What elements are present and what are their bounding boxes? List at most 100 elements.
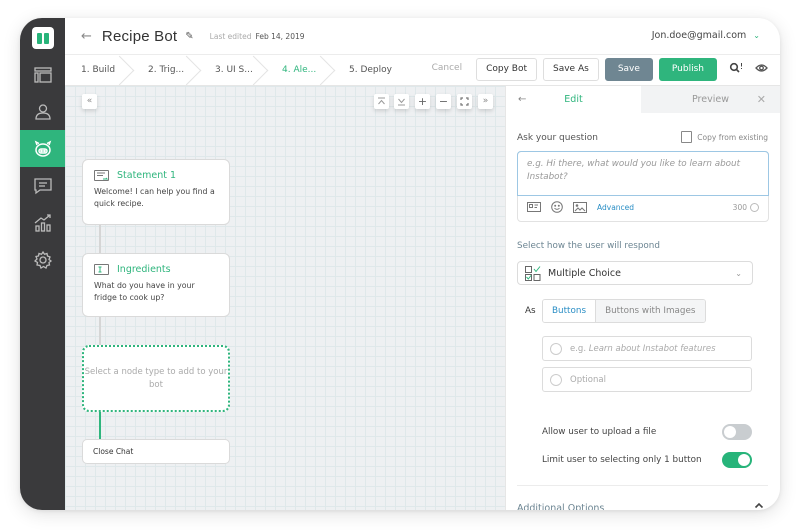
tab-edit-label: Edit bbox=[564, 94, 583, 105]
button-style-toggle: Buttons Buttons with Images bbox=[542, 299, 706, 323]
choice-placeholder: Learn about Instabot features bbox=[588, 343, 716, 354]
choice-placeholder: Optional bbox=[570, 374, 606, 385]
toolbar-actions: Cancel Copy Bot Save As Save Publish bbox=[423, 58, 768, 81]
question-editor: e.g. Hi there, what would you like to le… bbox=[517, 151, 769, 222]
chevron-down-icon: ⌄ bbox=[735, 268, 742, 278]
node-title: Statement 1 bbox=[117, 170, 177, 181]
app-logo[interactable] bbox=[32, 27, 54, 49]
limit-selection-toggle[interactable] bbox=[722, 452, 752, 468]
edit-panel: ← Edit Preview ✕ Ask your question Copy … bbox=[505, 86, 780, 510]
back-arrow-icon[interactable]: ← bbox=[81, 29, 92, 44]
radio-icon bbox=[550, 342, 562, 355]
node-connector-active bbox=[99, 412, 101, 439]
choice-option-2[interactable]: Optional bbox=[542, 367, 752, 392]
node-connector bbox=[99, 225, 101, 253]
option-buttons[interactable]: Buttons bbox=[543, 300, 596, 322]
fullscreen-icon bbox=[460, 97, 469, 106]
zoom-in-button[interactable]: + bbox=[415, 94, 430, 109]
collapse-left-button[interactable]: « bbox=[82, 94, 97, 109]
save-as-button[interactable]: Save As bbox=[543, 58, 599, 81]
tab-preview[interactable]: Preview ✕ bbox=[641, 86, 780, 113]
settings-icon bbox=[33, 250, 52, 269]
nav-bots[interactable] bbox=[20, 130, 65, 167]
node-text: Welcome! I can help you find a quick rec… bbox=[94, 187, 215, 208]
tab-edit[interactable]: ← Edit bbox=[506, 86, 641, 113]
expand-down-button[interactable] bbox=[394, 94, 409, 109]
top-header: ← Recipe Bot ✎ Last edited Feb 14, 2019 … bbox=[65, 18, 780, 55]
node-title: Ingredients bbox=[117, 264, 171, 275]
chevrons-up-icon bbox=[378, 97, 385, 105]
node-close-chat[interactable]: Close Chat bbox=[82, 439, 230, 464]
char-progress-icon bbox=[750, 202, 759, 212]
add-node-placeholder[interactable]: Select a node type to add to your bot bbox=[82, 345, 230, 412]
close-icon[interactable]: ✕ bbox=[757, 86, 766, 113]
nav-analytics[interactable] bbox=[20, 204, 65, 241]
step-ui-settings[interactable]: 3. UI S... bbox=[199, 55, 266, 86]
chevron-up-icon[interactable] bbox=[754, 502, 764, 510]
publish-button[interactable]: Publish bbox=[658, 58, 717, 81]
node-statement[interactable]: Statement 1 Welcome! I can help you find… bbox=[82, 159, 230, 225]
upload-file-toggle[interactable] bbox=[722, 424, 752, 440]
advanced-link[interactable]: Advanced bbox=[597, 203, 634, 212]
nav-users[interactable] bbox=[20, 93, 65, 130]
nav-settings[interactable] bbox=[20, 241, 65, 278]
chat-icon bbox=[33, 177, 52, 194]
choice-prefix: e.g. bbox=[570, 343, 587, 354]
collapse-up-button[interactable] bbox=[374, 94, 389, 109]
flow-canvas[interactable]: « + − » Statement 1 Welcome! I can help … bbox=[65, 86, 505, 510]
response-type-select[interactable]: Multiple Choice ⌄ bbox=[517, 261, 753, 285]
copy-bot-button[interactable]: Copy Bot bbox=[476, 58, 537, 81]
question-input[interactable]: e.g. Hi there, what would you like to le… bbox=[517, 151, 769, 196]
ask-question-label: Ask your question bbox=[517, 133, 598, 143]
response-type-value: Multiple Choice bbox=[548, 267, 621, 279]
panel-back-icon[interactable]: ← bbox=[518, 86, 526, 113]
char-count-value: 300 bbox=[732, 202, 747, 212]
bot-title: Recipe Bot bbox=[101, 27, 178, 45]
variable-card-icon[interactable] bbox=[527, 202, 541, 212]
edit-title-icon[interactable]: ✎ bbox=[185, 31, 193, 42]
image-icon[interactable] bbox=[573, 201, 587, 213]
text-input-icon bbox=[94, 264, 109, 275]
chevrons-down-icon bbox=[398, 98, 405, 106]
copy-from-existing-label: Copy from existing bbox=[697, 132, 768, 142]
search-alert-icon[interactable] bbox=[729, 62, 743, 77]
app-window: ← Recipe Bot ✎ Last edited Feb 14, 2019 … bbox=[20, 18, 780, 510]
fit-screen-button[interactable] bbox=[457, 94, 472, 109]
choice-option-1[interactable]: e.g. Learn about Instabot features bbox=[542, 336, 752, 361]
copy-icon bbox=[681, 131, 693, 143]
user-menu[interactable]: Jon.doe@gmail.com ⌄ bbox=[652, 30, 760, 41]
step-alerts[interactable]: 4. Ale... bbox=[266, 55, 333, 86]
limit-selection-row: Limit user to selecting only 1 button bbox=[542, 452, 752, 468]
limit-selection-label: Limit user to selecting only 1 button bbox=[542, 455, 702, 465]
as-label: As bbox=[525, 306, 536, 316]
step-triggers[interactable]: 2. Trig... bbox=[132, 55, 199, 86]
node-text: What do you have in your fridge to cook … bbox=[94, 281, 195, 302]
cancel-button[interactable]: Cancel bbox=[423, 58, 471, 81]
analytics-icon bbox=[34, 213, 51, 232]
nav-conversations[interactable] bbox=[20, 167, 65, 204]
statement-icon bbox=[94, 170, 109, 181]
left-nav-rail bbox=[20, 18, 65, 510]
nav-layout[interactable] bbox=[20, 56, 65, 93]
radio-icon bbox=[550, 373, 562, 386]
save-button[interactable]: Save bbox=[604, 58, 653, 81]
preview-eye-icon[interactable] bbox=[755, 63, 768, 76]
multiple-choice-icon bbox=[525, 265, 541, 281]
option-buttons-with-images[interactable]: Buttons with Images bbox=[595, 300, 705, 322]
node-connector bbox=[99, 317, 101, 345]
zoom-out-button[interactable]: − bbox=[436, 94, 451, 109]
bot-icon bbox=[34, 140, 51, 157]
collapse-right-button[interactable]: » bbox=[478, 94, 493, 109]
emoji-icon[interactable] bbox=[551, 201, 563, 213]
panel-tabs: ← Edit Preview ✕ bbox=[506, 86, 780, 113]
tab-preview-label: Preview bbox=[692, 94, 729, 105]
step-build[interactable]: 1. Build bbox=[65, 55, 132, 86]
respond-label: Select how the user will respond bbox=[517, 241, 660, 251]
copy-from-existing-button[interactable]: Copy from existing bbox=[681, 131, 768, 143]
node-ingredients[interactable]: Ingredients What do you have in your fri… bbox=[82, 253, 230, 317]
last-edited-label: Last edited bbox=[209, 31, 252, 41]
step-deploy[interactable]: 5. Deploy bbox=[333, 55, 400, 86]
additional-options-header[interactable]: Additional Options bbox=[517, 503, 604, 510]
workflow-steps: 1. Build 2. Trig... 3. UI S... 4. Ale...… bbox=[65, 55, 780, 86]
chevron-down-icon: ⌄ bbox=[753, 31, 760, 40]
